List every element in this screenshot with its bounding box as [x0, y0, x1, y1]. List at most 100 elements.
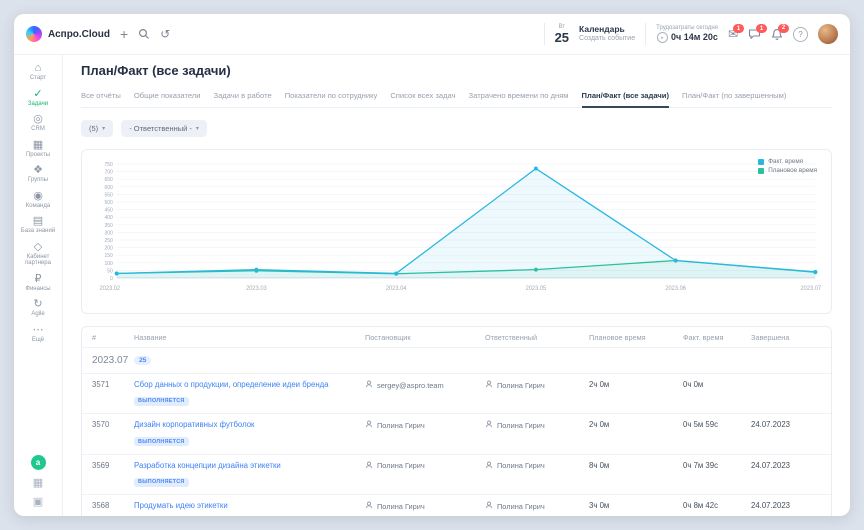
- task-link[interactable]: Сбор данных о продукции, определение иде…: [134, 380, 357, 389]
- table-row[interactable]: 3571 Сбор данных о продукции, определение…: [82, 373, 831, 413]
- filter-responsible-dropdown[interactable]: - Ответственный - ▾: [121, 120, 207, 137]
- table-row[interactable]: 3568Продумать идею этикеткиВЫПОЛНЯЕТСЯПо…: [82, 494, 831, 516]
- sidebar-item-projects[interactable]: ▦Проекты: [14, 136, 62, 162]
- person-icon: [365, 461, 373, 471]
- status-badge: ВЫПОЛНЯЕТСЯ: [134, 397, 189, 406]
- sidebar-item-team[interactable]: ◉Команда: [14, 187, 62, 213]
- sidebar-item-finance[interactable]: ₽Финансы: [14, 270, 62, 296]
- tab-0[interactable]: Все отчёты: [81, 86, 121, 107]
- time-tracker[interactable]: Трудозатраты сегодня ▸ 0ч 14м 20с: [656, 25, 718, 44]
- person-icon: [365, 501, 373, 511]
- group-label: 2023.07: [92, 355, 128, 366]
- tab-4[interactable]: Список всех задач: [390, 86, 455, 107]
- history-icon[interactable]: ↺: [160, 28, 170, 40]
- task-name-cell: Дизайн корпоративных футболокВЫПОЛНЯЕТСЯ: [134, 420, 357, 447]
- task-plan: 2ч 0м: [589, 420, 675, 429]
- person-name: Полина Гирич: [377, 421, 425, 430]
- report-tabs: Все отчёты Общие показатели Задачи в работ…: [81, 86, 832, 108]
- tab-3[interactable]: Показатели по сотруднику: [285, 86, 378, 107]
- sidebar-item-label: Задачи: [28, 101, 48, 108]
- task-fact: 0ч 0м: [683, 380, 743, 389]
- search-icon[interactable]: [138, 28, 150, 40]
- tab-7[interactable]: План/Факт (по завершенным): [682, 86, 786, 107]
- task-plan: 3ч 0м: [589, 501, 675, 510]
- sidebar-item-label: CRM: [31, 126, 45, 133]
- table-group-row[interactable]: 2023.07 25: [82, 347, 831, 373]
- table-row[interactable]: 3569 Разработка концепции дизайна этикетк…: [82, 454, 831, 494]
- add-icon[interactable]: +: [120, 27, 128, 41]
- sidebar-item-partner[interactable]: ◇Кабинет партнера: [14, 238, 62, 270]
- person-cell[interactable]: sergey@aspro.team: [365, 380, 477, 390]
- agent-app-icon[interactable]: a: [31, 455, 46, 470]
- svg-text:350: 350: [104, 223, 113, 229]
- svg-text:250: 250: [104, 238, 113, 244]
- mail-icon[interactable]: ✉ 1: [728, 28, 738, 40]
- apps-icon[interactable]: ▦: [33, 478, 43, 489]
- task-link[interactable]: Дизайн корпоративных футболок: [134, 420, 357, 429]
- tab-5[interactable]: Затрачено времени по дням: [469, 86, 569, 107]
- play-icon[interactable]: ▸: [657, 32, 668, 43]
- person-name: sergey@aspro.team: [377, 381, 444, 390]
- archive-icon[interactable]: ▣: [33, 497, 43, 508]
- group-count-badge: 25: [134, 356, 151, 365]
- task-name-cell: Сбор данных о продукции, определение иде…: [134, 380, 357, 407]
- sidebar-item-agile[interactable]: ↻Agile: [14, 295, 62, 321]
- svg-text:100: 100: [104, 261, 113, 267]
- task-link[interactable]: Продумать идею этикетки: [134, 501, 357, 510]
- person-cell[interactable]: Полина Гирич: [485, 501, 581, 511]
- svg-text:400: 400: [104, 215, 113, 221]
- sidebar-item-tasks[interactable]: ✓Задачи: [14, 85, 62, 111]
- legend-swatch: [758, 168, 764, 174]
- svg-text:2023.07: 2023.07: [800, 286, 821, 292]
- tab-2[interactable]: Задачи в работе: [213, 86, 271, 107]
- help-icon[interactable]: ?: [793, 27, 808, 42]
- person-cell[interactable]: Полина Гирич: [485, 420, 581, 430]
- person-icon: [485, 501, 493, 511]
- app-logo[interactable]: Аспро.Cloud: [26, 26, 110, 42]
- sidebar-item-start[interactable]: ⌂Старт: [14, 59, 62, 85]
- user-avatar[interactable]: [818, 24, 838, 44]
- chat-icon[interactable]: 1: [748, 28, 761, 40]
- legend-entry-1[interactable]: Плановое время: [758, 167, 817, 174]
- task-id: 3569: [92, 461, 126, 470]
- sidebar-item-more[interactable]: ⋯Ещё: [14, 321, 62, 347]
- legend-entry-0[interactable]: Факт. время: [758, 158, 817, 165]
- tab-6[interactable]: План/Факт (все задачи): [582, 86, 669, 108]
- column-header-0: #: [92, 333, 126, 342]
- person-cell[interactable]: Полина Гирич: [365, 501, 477, 511]
- sidebar-item-groups[interactable]: ❖Группы: [14, 161, 62, 187]
- svg-text:450: 450: [104, 208, 113, 214]
- person-name: Полина Гирич: [497, 461, 545, 470]
- task-id: 3571: [92, 380, 126, 389]
- sidebar-item-crm[interactable]: ◎CRM: [14, 110, 62, 136]
- sidebar-item-knowledge[interactable]: ▤База знаний: [14, 212, 62, 238]
- table-header: #НазваниеПостановщикОтветственныйПланово…: [82, 327, 831, 347]
- person-cell[interactable]: Полина Гирич: [365, 461, 477, 471]
- task-done: 24.07.2023: [751, 461, 821, 470]
- person-cell[interactable]: Полина Гирич: [485, 380, 581, 390]
- main-content: План/Факт (все задачи) Все отчёты Общие п…: [63, 55, 850, 516]
- bell-icon[interactable]: 2: [771, 28, 783, 41]
- calendar-widget[interactable]: Календарь Создать событие: [579, 24, 635, 43]
- task-name-cell: Продумать идею этикеткиВЫПОЛНЯЕТСЯ: [134, 501, 357, 516]
- column-header-6: Завершена: [751, 333, 821, 342]
- agile-icon: ↻: [33, 298, 42, 310]
- person-name: Полина Гирич: [377, 502, 425, 511]
- calendar-date[interactable]: Вт 25: [555, 24, 569, 44]
- task-plan: 2ч 0м: [589, 380, 675, 389]
- groups-icon: ❖: [33, 164, 43, 176]
- plan-fact-chart-card: Факт. времяПлановое время 05010015020025…: [81, 149, 832, 314]
- table-row[interactable]: 3570Дизайн корпоративных футболокВЫПОЛНЯ…: [82, 413, 831, 453]
- person-cell[interactable]: Полина Гирич: [485, 461, 581, 471]
- task-link[interactable]: Разработка концепции дизайна этикетки: [134, 461, 357, 470]
- person-cell[interactable]: Полина Гирич: [365, 420, 477, 430]
- tasks-table: #НазваниеПостановщикОтветственныйПланово…: [81, 326, 832, 516]
- svg-text:150: 150: [104, 253, 113, 259]
- tab-1[interactable]: Общие показатели: [134, 86, 201, 107]
- sidebar-item-label: Agile: [31, 311, 44, 318]
- svg-text:200: 200: [104, 246, 113, 252]
- chevron-down-icon: ▾: [102, 125, 105, 132]
- divider: [645, 23, 646, 45]
- svg-text:2023.03: 2023.03: [246, 286, 267, 292]
- filter-count-dropdown[interactable]: (5) ▾: [81, 120, 113, 137]
